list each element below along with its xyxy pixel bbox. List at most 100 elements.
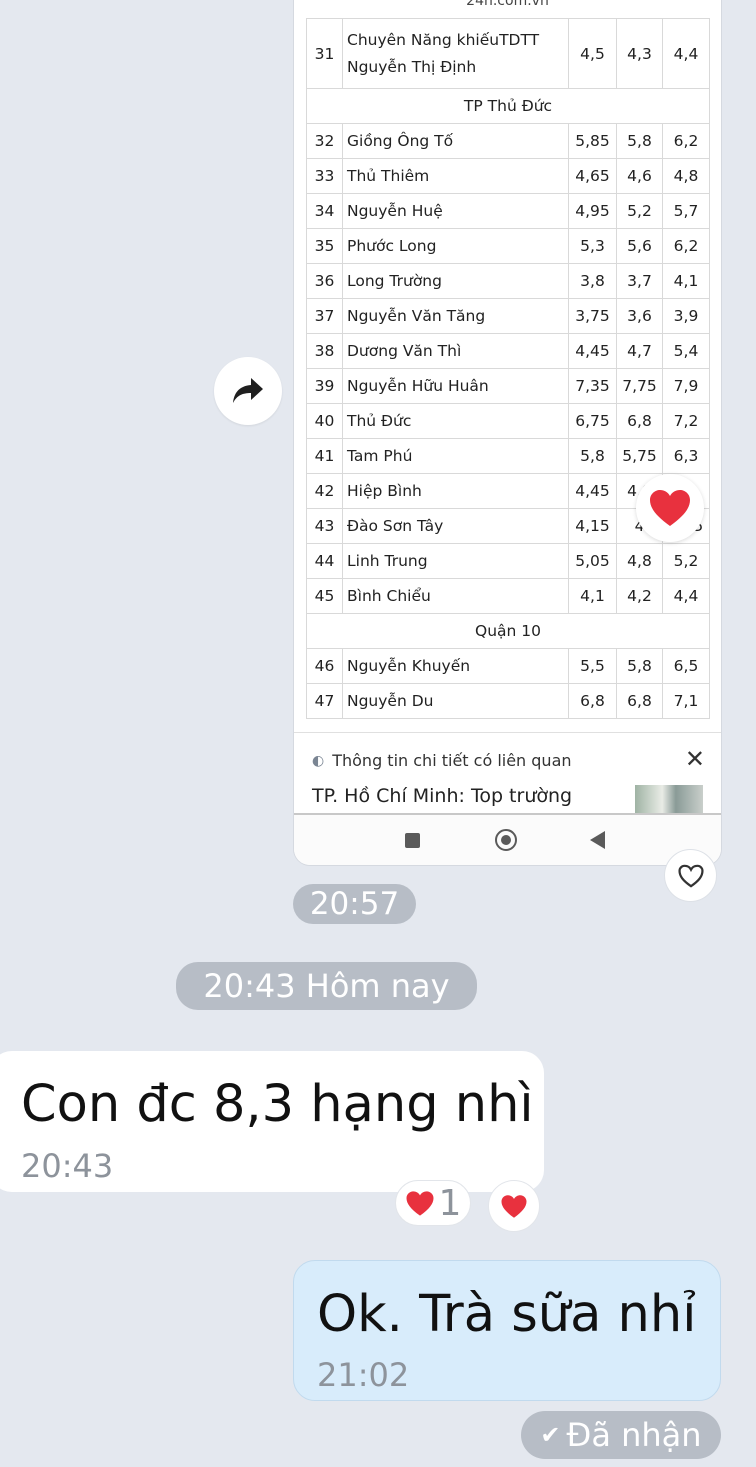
school-name: Dương Văn Thì bbox=[342, 333, 569, 369]
heart-icon bbox=[650, 490, 690, 526]
school-name: Thủ Thiêm bbox=[342, 158, 569, 194]
row-number: 44 bbox=[306, 543, 343, 579]
school-name: Phước Long bbox=[342, 228, 569, 264]
score-cell: 4,65 bbox=[568, 158, 617, 194]
score-cell: 4,3 bbox=[616, 18, 663, 89]
score-cell: 3,9 bbox=[662, 298, 710, 334]
score-cell: 7,35 bbox=[568, 368, 617, 404]
score-cell: 3,7 bbox=[616, 263, 663, 299]
score-cell: 3,6 bbox=[616, 298, 663, 334]
score-cell: 4,8 bbox=[616, 543, 663, 579]
related-title: TP. Hồ Chí Minh: Top trường bbox=[312, 785, 573, 807]
school-name: Hiệp Bình bbox=[342, 473, 569, 509]
score-cell: 6,3 bbox=[662, 438, 710, 474]
table-row: 37 Nguyễn Văn Tăng 3,75 3,6 3,9 bbox=[306, 298, 710, 334]
reaction-summary[interactable]: 1 bbox=[395, 1180, 471, 1226]
incoming-message[interactable]: Con đc 8,3 hạng nhì 20:43 bbox=[0, 1051, 544, 1192]
like-button[interactable] bbox=[664, 849, 717, 902]
school-name: Đào Sơn Tây bbox=[342, 508, 569, 544]
table-row: 33 Thủ Thiêm 4,65 4,6 4,8 bbox=[306, 158, 710, 194]
score-cell: 3,8 bbox=[568, 263, 617, 299]
heart-icon bbox=[501, 1194, 527, 1218]
share-arrow-icon bbox=[233, 378, 263, 403]
table-row: 44 Linh Trung 5,05 4,8 5,2 bbox=[306, 543, 710, 579]
district-label: TP Thủ Đức bbox=[306, 88, 710, 124]
related-header: Thông tin chi tiết có liên quan bbox=[332, 751, 572, 770]
delivery-status: ✔ Đã nhận bbox=[521, 1411, 721, 1459]
score-cell: 5,2 bbox=[616, 193, 663, 229]
table-row: 31 Chuyên Năng khiếuTDTT Nguyễn Thị Định 4,… bbox=[306, 18, 710, 89]
score-cell: 4,4 bbox=[662, 578, 710, 614]
score-cell: 4,7 bbox=[616, 333, 663, 369]
table-row: 34 Nguyễn Huệ 4,95 5,2 5,7 bbox=[306, 193, 710, 229]
related-info-panel[interactable]: ◐ Thông tin chi tiết có liên quan ✕ TP. … bbox=[294, 732, 721, 815]
school-name: Long Trường bbox=[342, 263, 569, 299]
score-cell: 7,1 bbox=[662, 683, 710, 719]
reaction-count: 1 bbox=[438, 1182, 462, 1224]
table-row: 47 Nguyễn Du 6,8 6,8 7,1 bbox=[306, 683, 710, 719]
score-cell: 4,95 bbox=[568, 193, 617, 229]
row-number: 34 bbox=[306, 193, 343, 229]
table-row: 46 Nguyễn Khuyến 5,5 5,8 6,5 bbox=[306, 648, 710, 684]
score-cell: 4,1 bbox=[568, 578, 617, 614]
info-sparkle-icon: ◐ bbox=[312, 752, 325, 769]
back-icon bbox=[590, 831, 605, 849]
score-cell: 5,8 bbox=[568, 438, 617, 474]
table-row: 40 Thủ Đức 6,75 6,8 7,2 bbox=[306, 403, 710, 439]
district-row: Quận 10 bbox=[306, 613, 710, 649]
score-cell: 5,6 bbox=[616, 228, 663, 264]
school-name: Giồng Ông Tố bbox=[342, 123, 569, 159]
row-number: 46 bbox=[306, 648, 343, 684]
score-cell: 6,8 bbox=[616, 683, 663, 719]
score-cell: 7,2 bbox=[662, 403, 710, 439]
row-number: 47 bbox=[306, 683, 343, 719]
message-time: 21:02 bbox=[317, 1356, 410, 1394]
score-cell: 5,7 bbox=[662, 193, 710, 229]
shared-image[interactable]: 24h.com.vn 31 Chuyên Năng khiếuTDTT Nguyễn… bbox=[294, 0, 721, 865]
score-cell: 5,3 bbox=[568, 228, 617, 264]
score-cell: 7,9 bbox=[662, 368, 710, 404]
heart-icon bbox=[406, 1190, 434, 1216]
status-text: Đã nhận bbox=[566, 1416, 702, 1454]
share-button[interactable] bbox=[214, 357, 282, 425]
related-thumbnail bbox=[635, 785, 703, 815]
district-row: TP Thủ Đức bbox=[306, 88, 710, 124]
score-cell: 4,8 bbox=[662, 158, 710, 194]
school-name: Nguyễn Hữu Huân bbox=[342, 368, 569, 404]
table-row: 35 Phước Long 5,3 5,6 6,2 bbox=[306, 228, 710, 264]
row-number: 40 bbox=[306, 403, 343, 439]
score-cell: 5,85 bbox=[568, 123, 617, 159]
score-cell: 5,8 bbox=[616, 123, 663, 159]
android-nav-bar bbox=[294, 813, 721, 865]
score-cell: 4,5 bbox=[568, 18, 617, 89]
table-row: 32 Giồng Ông Tố 5,85 5,8 6,2 bbox=[306, 123, 710, 159]
row-number: 37 bbox=[306, 298, 343, 334]
home-icon bbox=[495, 829, 517, 851]
date-separator: 20:43 Hôm nay bbox=[176, 962, 477, 1010]
recents-icon bbox=[405, 833, 420, 848]
row-number: 31 bbox=[306, 18, 343, 89]
score-cell: 4,4 bbox=[662, 18, 710, 89]
score-cell: 4,45 bbox=[568, 473, 617, 509]
react-button[interactable] bbox=[488, 1180, 540, 1232]
score-cell: 6,8 bbox=[568, 683, 617, 719]
heart-reaction[interactable] bbox=[636, 474, 704, 542]
row-number: 38 bbox=[306, 333, 343, 369]
row-number: 39 bbox=[306, 368, 343, 404]
site-name: 24h.com.vn bbox=[466, 0, 549, 9]
outgoing-message[interactable]: Ok. Trà sữa nhỉ 21:02 bbox=[293, 1260, 721, 1401]
district-label: Quận 10 bbox=[306, 613, 710, 649]
score-cell: 6,5 bbox=[662, 648, 710, 684]
close-icon[interactable]: ✕ bbox=[685, 745, 705, 773]
score-cell: 5,8 bbox=[616, 648, 663, 684]
score-cell: 4,2 bbox=[616, 578, 663, 614]
message-text: Ok. Trà sữa nhỉ bbox=[317, 1285, 697, 1344]
school-name: Thủ Đức bbox=[342, 403, 569, 439]
table-row: 45 Bình Chiểu 4,1 4,2 4,4 bbox=[306, 578, 710, 614]
score-cell: 3,75 bbox=[568, 298, 617, 334]
row-number: 43 bbox=[306, 508, 343, 544]
school-name: Linh Trung bbox=[342, 543, 569, 579]
row-number: 42 bbox=[306, 473, 343, 509]
school-name: Tam Phú bbox=[342, 438, 569, 474]
image-timestamp: 20:57 bbox=[293, 884, 416, 924]
